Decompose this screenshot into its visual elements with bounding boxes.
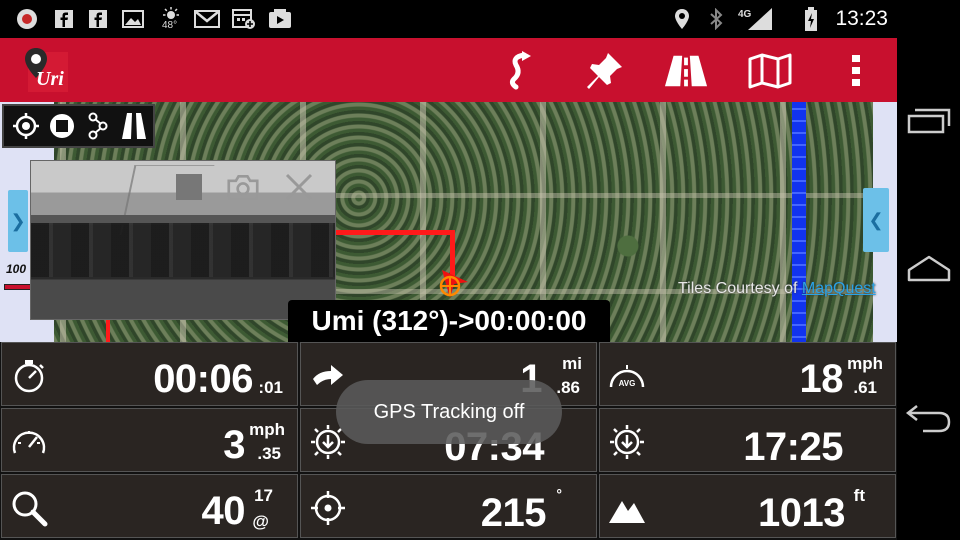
route-segment — [336, 230, 454, 235]
tile-value: 17:25 — [743, 425, 843, 469]
crosshair-icon — [13, 113, 39, 139]
temperature-text: 48° — [162, 20, 178, 31]
back-button[interactable] — [905, 398, 953, 438]
tile-unit: mph — [249, 420, 285, 439]
gmail-icon — [194, 8, 220, 30]
video-upload-icon — [268, 8, 292, 30]
left-drawer-tab[interactable]: ❯ — [8, 190, 28, 252]
sunset-tile[interactable]: 17:25 — [599, 408, 896, 472]
app-bar: Uri — [0, 38, 897, 102]
tile-unit: ° — [556, 486, 562, 502]
mountain-icon — [609, 501, 645, 523]
gallery-icon — [122, 8, 144, 30]
map-view[interactable]: ❯ ❮ 100 Tiles Courtesy of MapQuest Umi (… — [0, 102, 897, 342]
tile-unit: ft — [853, 486, 865, 505]
camera-preview-building — [31, 223, 335, 277]
back-icon — [905, 405, 951, 433]
home-icon — [907, 255, 951, 282]
tile-unit: 17 — [254, 486, 273, 505]
tile-value: 1013 — [758, 491, 845, 535]
close-icon — [285, 173, 313, 201]
camera-preview-panel[interactable] — [30, 160, 336, 320]
right-drawer-tab[interactable]: ❮ — [863, 188, 889, 252]
tile-value: 3 — [223, 423, 245, 467]
search-icon — [12, 491, 48, 527]
road-icon — [122, 113, 146, 139]
altitude-tile[interactable]: 1013 ft — [599, 474, 896, 538]
bluetooth-icon — [708, 8, 724, 30]
stopwatch-icon — [14, 360, 44, 393]
tile-value: 18 — [799, 357, 844, 401]
track-line-blue — [792, 102, 806, 342]
system-nav-bar — [897, 38, 960, 540]
camera-close-button[interactable] — [283, 171, 315, 203]
recents-button[interactable] — [905, 100, 953, 140]
camera-capture-button[interactable] — [227, 171, 259, 203]
sunset-icon — [610, 425, 644, 459]
mapquest-link[interactable]: MapQuest — [802, 280, 876, 297]
stop-square-icon — [176, 174, 202, 200]
heading-banner: Umi (312°)->00:00:00 — [288, 300, 610, 342]
camera-stop-button[interactable] — [173, 171, 205, 203]
stop-tracking-button[interactable] — [46, 110, 78, 142]
road-button[interactable] — [664, 50, 708, 92]
pushpin-button[interactable] — [582, 50, 626, 92]
route-segment — [106, 320, 110, 342]
tile-subvalue: .35 — [257, 444, 281, 463]
avg-speed-gauge-icon: AVG — [609, 365, 645, 388]
tile-value: 40 — [201, 489, 246, 533]
facebook-icon — [88, 8, 108, 30]
tile-credits: Tiles Courtesy of MapQuest — [678, 280, 876, 298]
tile-subvalue: @ — [252, 512, 269, 531]
position-marker-icon — [434, 264, 474, 304]
overflow-menu-button[interactable] — [834, 50, 878, 92]
lte-signal-icon: 4G — [738, 8, 774, 30]
tile-subvalue: .61 — [853, 378, 877, 397]
tile-subvalue: :01 — [258, 378, 283, 397]
calendar-add-icon — [232, 8, 256, 30]
stop-icon — [50, 114, 74, 138]
app-logo-text: Uri — [36, 68, 64, 90]
tile-value: 215 — [480, 491, 547, 535]
satellites-tile[interactable]: 40 17 @ — [1, 474, 298, 538]
compass-crosshair-icon — [311, 491, 345, 525]
tile-value: 00:06 — [153, 357, 253, 401]
svg-text:4G: 4G — [738, 9, 752, 20]
road-view-button[interactable] — [118, 110, 150, 142]
bearing-tile[interactable]: 215 ° — [300, 474, 597, 538]
speedometer-icon — [12, 431, 46, 454]
tile-unit: mi — [562, 354, 582, 373]
camera-icon — [227, 175, 259, 200]
map-button[interactable] — [748, 50, 792, 92]
record-icon — [16, 8, 38, 30]
route-icon — [509, 51, 531, 90]
average-speed-tile[interactable]: AVG 18 mph .61 — [599, 342, 896, 406]
location-icon — [672, 8, 692, 30]
credits-text: Tiles Courtesy of — [678, 280, 798, 297]
map-icon — [748, 53, 792, 89]
battery-charging-icon — [804, 7, 818, 31]
recents-icon — [907, 108, 951, 134]
toast-message: GPS Tracking off — [336, 380, 562, 444]
tile-unit: mph — [847, 354, 883, 373]
center-location-button[interactable] — [10, 110, 42, 142]
avg-label: AVG — [619, 379, 636, 388]
overflow-menu-icon — [852, 55, 860, 86]
map-scale-label: 100 — [6, 262, 27, 276]
map-toolbar — [2, 104, 155, 148]
direction-arrow-icon — [313, 365, 343, 385]
status-bar: 48° 4G 13:23 — [0, 0, 960, 38]
facebook-icon — [54, 8, 74, 30]
pushpin-icon — [587, 53, 622, 89]
map-scale-bar — [4, 284, 32, 290]
home-button[interactable] — [905, 248, 953, 288]
route-button[interactable] — [497, 50, 541, 92]
tile-subvalue: .86 — [556, 378, 580, 397]
elapsed-time-tile[interactable]: 00:06 :01 — [1, 342, 298, 406]
clock-time: 13:23 — [835, 7, 888, 30]
waypoints-icon — [88, 112, 108, 140]
waypoints-button[interactable] — [82, 110, 114, 142]
road-icon — [664, 55, 708, 87]
current-speed-tile[interactable]: 3 mph .35 — [1, 408, 298, 472]
